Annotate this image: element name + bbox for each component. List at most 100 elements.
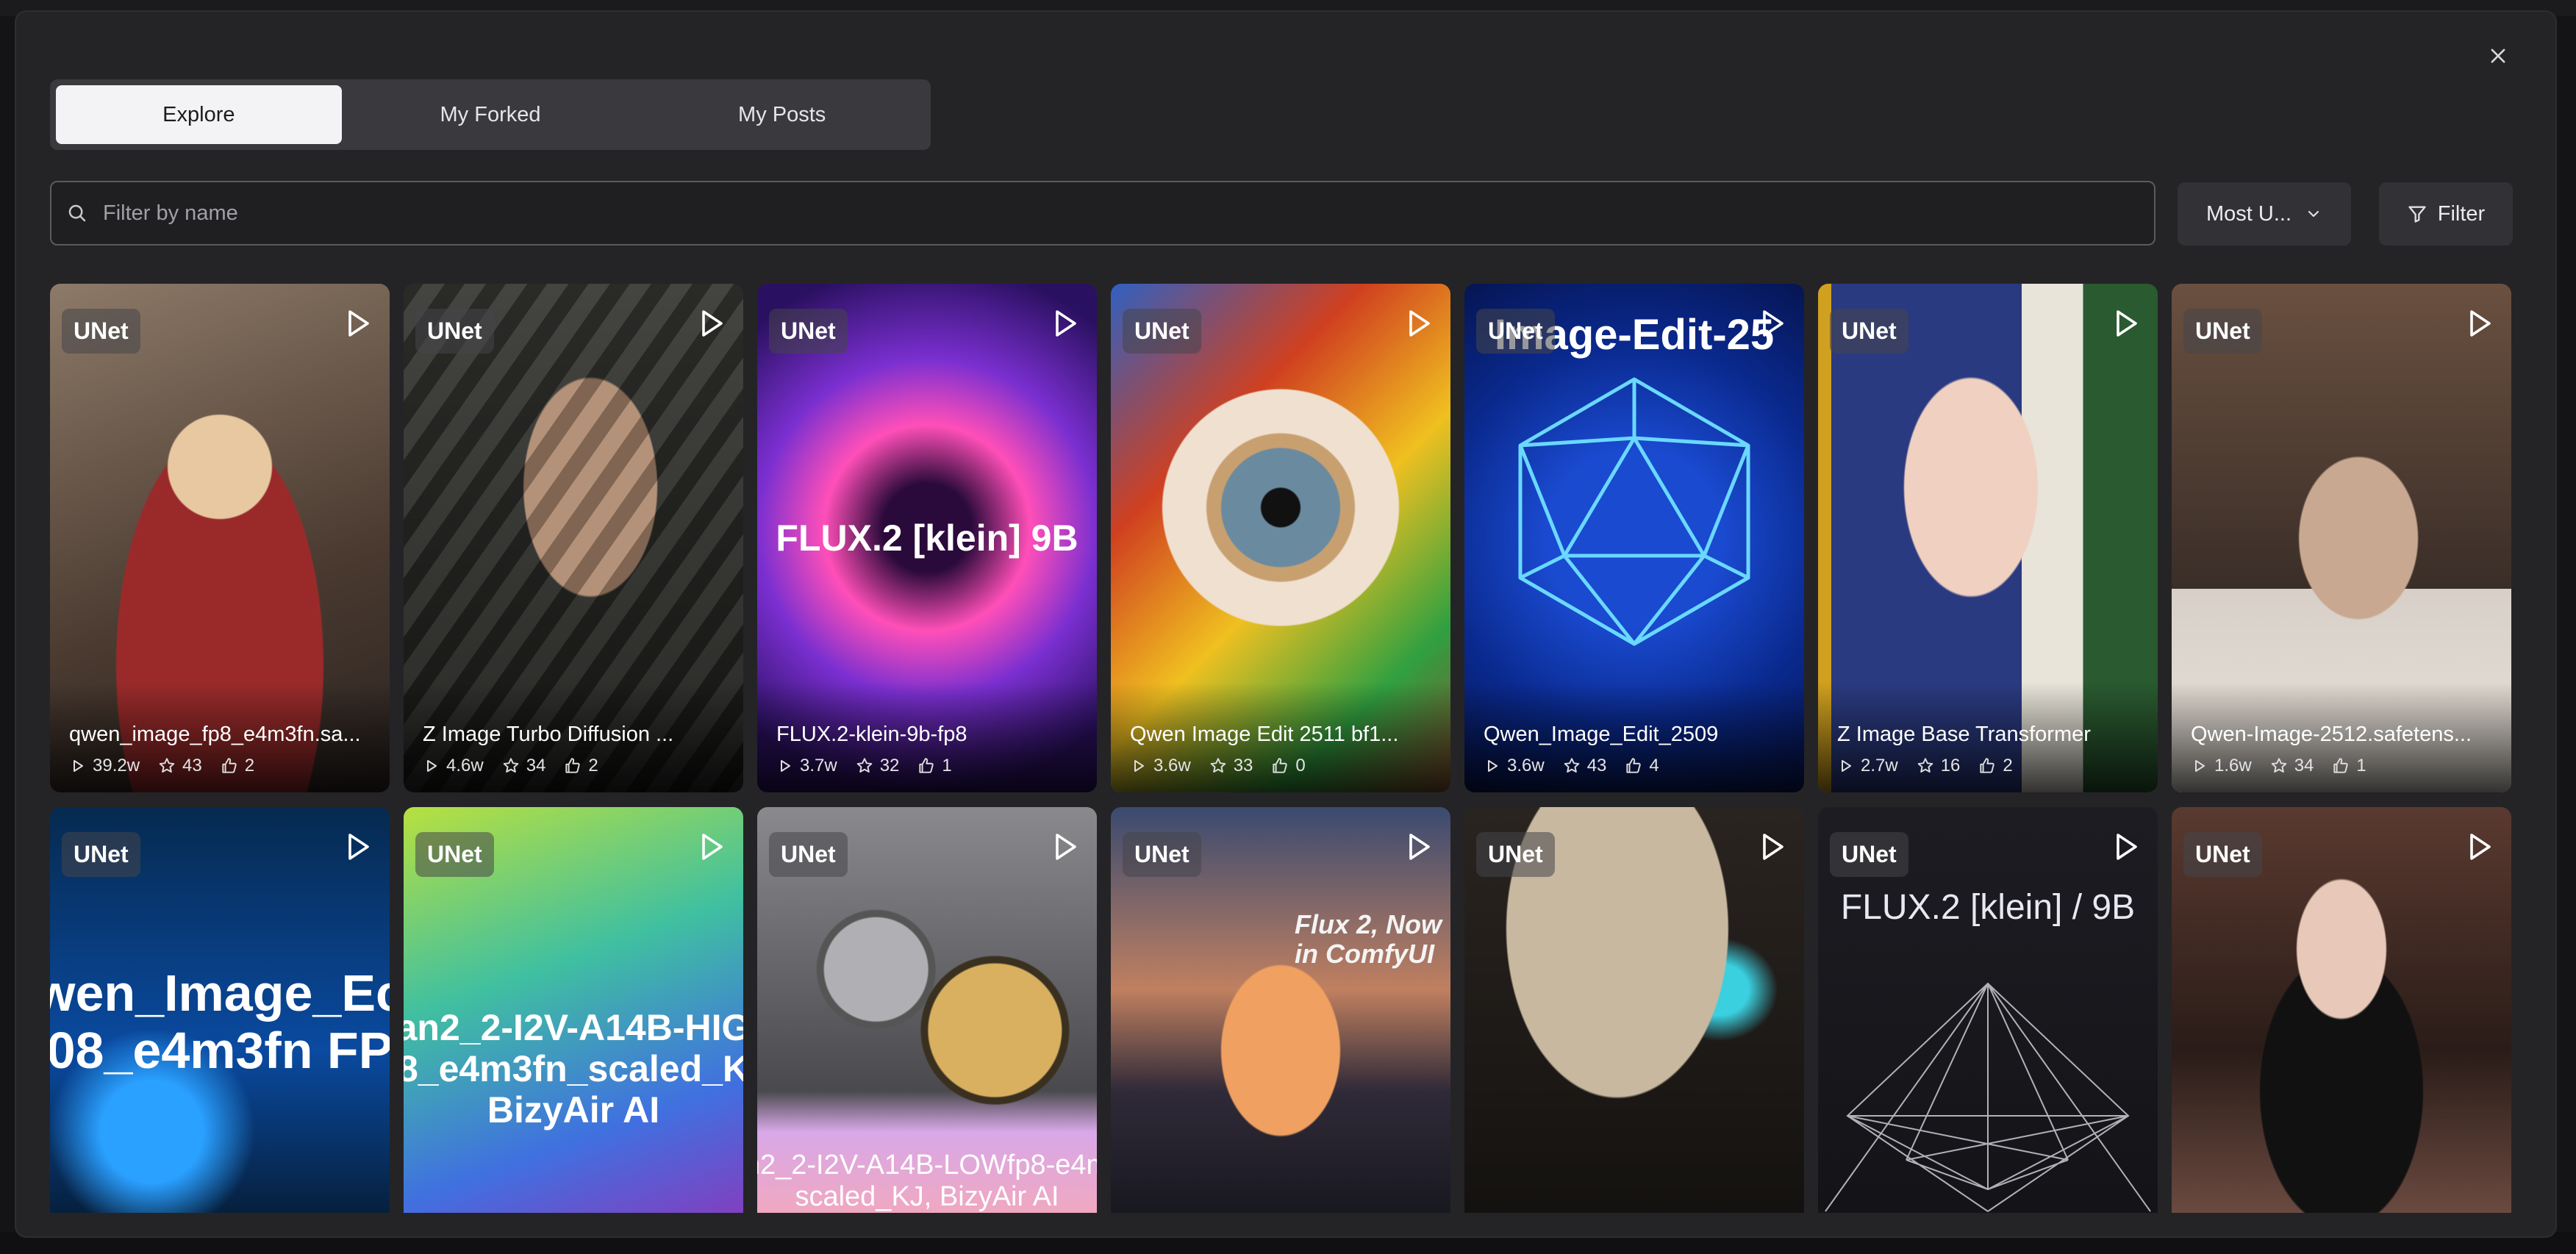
- workflow-card[interactable]: Image-Edit-25 UNet Qwen_Image_Edit_2509 …: [1464, 284, 1804, 792]
- like-count: 2: [2003, 756, 2013, 775]
- card-title: Qwen Image Edit 2511 bf1...: [1130, 723, 1399, 746]
- cover-text: wen_Image_Ec 08_e4m3fn FP: [50, 964, 390, 1080]
- run-count: 1.6w: [2214, 756, 2252, 775]
- search-input[interactable]: [101, 200, 2154, 226]
- close-button[interactable]: [2476, 34, 2520, 78]
- model-type-badge: UNet: [62, 832, 140, 877]
- search-box: [50, 181, 2155, 246]
- play-small-icon: [1842, 760, 1851, 772]
- like-count: 0: [1295, 756, 1306, 775]
- model-type-badge: UNet: [1830, 309, 1908, 354]
- play-small-icon: [781, 760, 790, 772]
- play-icon[interactable]: [1047, 306, 1082, 341]
- workflow-card[interactable]: UNet Z Image Base Transformer 2.7w 16 2: [1818, 284, 2158, 792]
- play-small-icon: [1134, 760, 1144, 772]
- thumbs-up-icon: [222, 758, 237, 773]
- card-title: qwen_image_fp8_e4m3fn.sa...: [69, 723, 361, 746]
- star-icon: [1917, 758, 1933, 773]
- play-icon[interactable]: [2108, 306, 2143, 341]
- cover-text: Flux 2, Now in ComfyUI: [1295, 909, 1442, 970]
- play-icon[interactable]: [2108, 829, 2143, 864]
- workflow-card[interactable]: FLUX.2 [klein] 9B UNet FLUX.2-klein-9b-f…: [757, 284, 1097, 792]
- tab-my-forked[interactable]: My Forked: [348, 85, 634, 144]
- card-title: FLUX.2-klein-9b-fp8: [776, 723, 967, 746]
- play-icon[interactable]: [1754, 306, 1789, 341]
- run-count: 4.6w: [446, 756, 484, 775]
- run-count: 2.7w: [1861, 756, 1898, 775]
- card-title: Z Image Base Transformer: [1837, 723, 2091, 746]
- sort-dropdown[interactable]: Most U...: [2178, 182, 2351, 246]
- model-type-badge: UNet: [1123, 309, 1201, 354]
- thumbs-up-icon: [2333, 758, 2349, 773]
- like-count: 2: [244, 756, 255, 775]
- icosahedron-graphic: [1518, 377, 1750, 646]
- like-count: 1: [942, 756, 952, 775]
- workflow-card[interactable]: FLUX.2 [klein] / 9B UNet: [1818, 807, 2158, 1213]
- workflow-card[interactable]: UNet: [1464, 807, 1804, 1213]
- model-type-badge: UNet: [2183, 309, 2262, 354]
- workflow-card[interactable]: an2_2-I2V-A14B-HIG 8_e4m3fn_scaled_K Biz…: [404, 807, 743, 1213]
- thumbs-up-icon: [919, 758, 934, 773]
- model-type-badge: UNet: [2183, 832, 2262, 877]
- star-count: 34: [526, 756, 546, 775]
- play-icon[interactable]: [1047, 829, 1082, 864]
- model-type-badge: UNet: [1476, 832, 1555, 877]
- model-type-badge: UNet: [415, 309, 494, 354]
- cover-text: n2_2-I2V-A14B-LOWfp8-e4m scaled_KJ, Bizy…: [757, 1150, 1097, 1212]
- tab-explore[interactable]: Explore: [56, 85, 342, 144]
- play-icon[interactable]: [2461, 829, 2497, 864]
- workflow-gallery-modal: Explore My Forked My Posts Most U... Fil…: [16, 12, 2555, 1236]
- star-count: 32: [879, 756, 900, 775]
- tab-my-posts[interactable]: My Posts: [639, 85, 925, 144]
- run-count: 3.6w: [1153, 756, 1191, 775]
- play-icon[interactable]: [1400, 306, 1436, 341]
- play-icon[interactable]: [693, 306, 729, 341]
- model-type-badge: UNet: [769, 832, 848, 877]
- star-count: 34: [2294, 756, 2314, 775]
- filter-button[interactable]: Filter: [2379, 182, 2513, 246]
- star-icon: [856, 758, 872, 773]
- star-count: 43: [182, 756, 202, 775]
- thumbs-up-icon: [1980, 758, 1995, 773]
- filter-icon: [2408, 206, 2426, 223]
- model-type-badge: UNet: [415, 832, 494, 877]
- play-icon[interactable]: [1754, 829, 1789, 864]
- star-icon: [1564, 758, 1579, 773]
- chevron-down-icon: [2308, 210, 2319, 218]
- cover-text: an2_2-I2V-A14B-HIG 8_e4m3fn_scaled_K Biz…: [404, 1007, 743, 1131]
- run-count: 3.6w: [1507, 756, 1545, 775]
- cover-text: FLUX.2 [klein] / 9B: [1840, 888, 2136, 927]
- play-icon[interactable]: [340, 306, 375, 341]
- workflow-grid: UNet qwen_image_fp8_e4m3fn.sa... 39.2w 4…: [50, 284, 2523, 1213]
- close-icon: [2491, 49, 2505, 63]
- model-type-badge: UNet: [62, 309, 140, 354]
- star-count: 33: [1233, 756, 1253, 775]
- card-stats: 3.7w 32 1: [776, 756, 962, 776]
- workflow-card[interactable]: n2_2-I2V-A14B-LOWfp8-e4m scaled_KJ, Bizy…: [757, 807, 1097, 1213]
- search-icon: [68, 204, 86, 222]
- run-count: 3.7w: [800, 756, 837, 775]
- mesh-graphic: [1825, 982, 2151, 1212]
- play-small-icon: [427, 760, 437, 772]
- play-icon[interactable]: [1400, 829, 1436, 864]
- workflow-card[interactable]: UNet qwen_image_fp8_e4m3fn.sa... 39.2w 4…: [50, 284, 390, 792]
- workflow-card[interactable]: wen_Image_Ec 08_e4m3fn FP UNet: [50, 807, 390, 1213]
- workflow-card[interactable]: UNet Qwen-Image-2512.safetens... 1.6w 34…: [2172, 284, 2511, 792]
- play-icon[interactable]: [340, 829, 375, 864]
- card-title: Z Image Turbo Diffusion ...: [423, 723, 674, 746]
- play-icon[interactable]: [693, 829, 729, 864]
- workflow-card[interactable]: UNet Qwen Image Edit 2511 bf1... 3.6w 33…: [1111, 284, 1450, 792]
- sort-label: Most U...: [2205, 201, 2291, 226]
- model-type-badge: UNet: [1123, 832, 1201, 877]
- play-small-icon: [2195, 760, 2205, 772]
- workflow-card[interactable]: UNet Z Image Turbo Diffusion ... 4.6w 34…: [404, 284, 743, 792]
- filter-label: Filter: [2437, 201, 2486, 226]
- card-stats: 4.6w 34 2: [423, 756, 609, 776]
- star-icon: [1210, 758, 1226, 773]
- model-type-badge: UNet: [1476, 309, 1555, 354]
- card-stats: 3.6w 43 4: [1484, 756, 1670, 776]
- workflow-card[interactable]: UNet: [2172, 807, 2511, 1213]
- workflow-card[interactable]: Flux 2, Now in ComfyUI UNet: [1111, 807, 1450, 1213]
- play-icon[interactable]: [2461, 306, 2497, 341]
- like-count: 4: [1649, 756, 1659, 775]
